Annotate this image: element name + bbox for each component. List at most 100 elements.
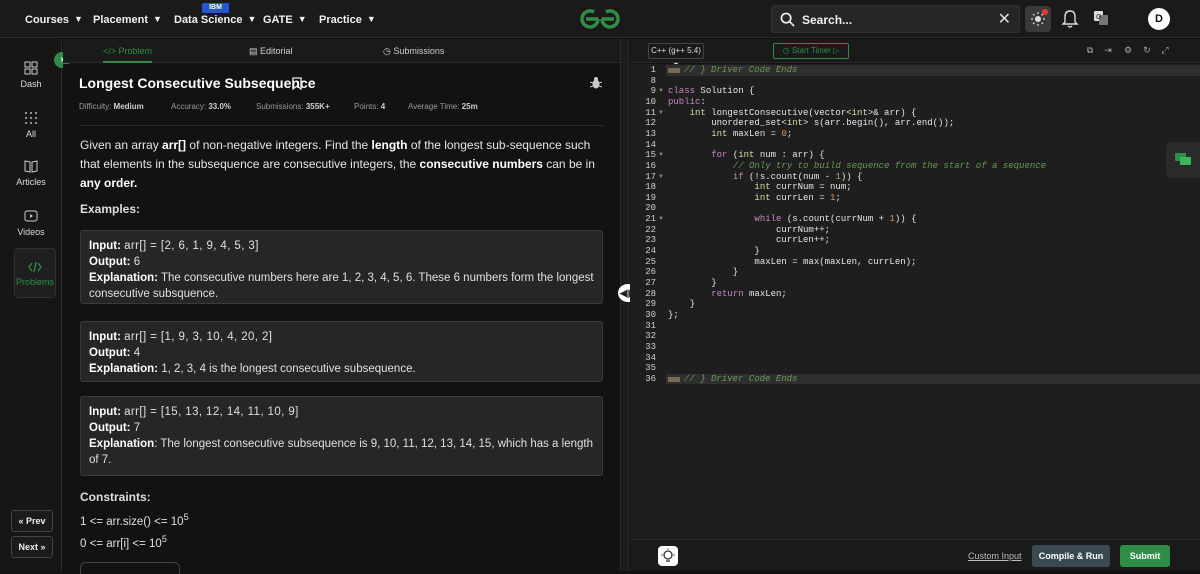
submit-button[interactable]: Submit: [1120, 545, 1170, 567]
code-line: }: [668, 246, 760, 257]
prev-button[interactable]: « Prev: [11, 510, 53, 532]
close-icon[interactable]: ✕: [998, 6, 1011, 34]
points-meta: Points: 4: [354, 102, 385, 111]
bell-icon[interactable]: [1061, 9, 1079, 29]
constraint-item: 0 <= arr[i] <= 105: [80, 534, 167, 550]
input-label: Input:: [89, 331, 121, 343]
input-value: arr[] = [15, 13, 12, 14, 11, 10, 9]: [124, 406, 299, 418]
custom-input-link[interactable]: Custom Input: [968, 540, 1022, 572]
explanation-label: Explanation: [89, 438, 155, 450]
code-line: }: [668, 267, 739, 278]
input-label: Input:: [89, 240, 121, 252]
constraint-exponent: 5: [161, 534, 167, 544]
search-input[interactable]: Search...: [802, 6, 852, 34]
fold-arrow-icon[interactable]: ▼: [658, 150, 664, 161]
line-number: 31: [645, 320, 656, 331]
translate-icon[interactable]: G: [1093, 10, 1109, 26]
sidebar-item-label: Articles: [16, 177, 46, 187]
tab-problem[interactable]: </> Problem: [103, 39, 153, 63]
sidebar-item-all[interactable]: All: [0, 111, 62, 139]
problem-statement: Given an array arr[] of non-negative int…: [80, 136, 600, 193]
code-line: int currNum = num;: [754, 182, 852, 193]
fullscreen-icon[interactable]: ⤢: [1160, 45, 1170, 55]
copy-icon[interactable]: ⧉: [1085, 45, 1095, 55]
example-explanation: Explanation: The longest consecutive sub…: [89, 436, 594, 468]
nav-practice[interactable]: Practice ▼: [319, 0, 376, 38]
fold-arrow-icon[interactable]: ▼: [658, 214, 664, 225]
bug-icon[interactable]: [590, 76, 602, 90]
start-timer-button[interactable]: ◷ Start Timer ▷: [773, 43, 849, 59]
line-gutter: 1 8 9 ▼ 10 11 ▼ 12 13 14 15 ▼ 16 17 ▼ 18 19 20 21 ▼ 22 23 24 25…: [630, 64, 666, 539]
next-button[interactable]: Next »: [11, 536, 53, 558]
chat-button[interactable]: [1166, 142, 1200, 178]
theme-toggle-button[interactable]: [1025, 6, 1051, 32]
accuracy-value: 33.0%: [208, 102, 232, 111]
problem-panel: Longest Consecutive Subsequence Difficul…: [63, 64, 620, 574]
meta-label: Accuracy:: [171, 102, 207, 111]
input-value: arr[] = [1, 9, 3, 10, 4, 20, 2]: [124, 331, 273, 343]
tab-editorial[interactable]: ▤ Editorial: [249, 39, 293, 63]
line-number: 16: [645, 160, 656, 171]
explanation-label: Explanation:: [89, 272, 159, 284]
statement-text: Given an array: [80, 138, 163, 152]
difficulty-meta: Difficulty: Medium: [79, 102, 144, 111]
search-bar[interactable]: Search... ✕: [771, 5, 1020, 33]
output-value: 6: [133, 256, 141, 268]
line-number: 20: [645, 203, 656, 214]
fold-arrow-icon[interactable]: ▼: [658, 86, 664, 97]
reset-icon[interactable]: ↻: [1142, 45, 1152, 55]
nav-gate[interactable]: GATE ▼: [263, 0, 307, 38]
output-label: Output:: [89, 347, 131, 359]
avatar[interactable]: D: [1148, 8, 1170, 30]
chevron-down-icon: ▼: [297, 14, 307, 24]
nav-placement[interactable]: Placement ▼: [93, 0, 162, 38]
line-number: 36: [645, 373, 656, 384]
nav-courses[interactable]: Courses ▼: [25, 0, 83, 38]
code-icon: [28, 261, 42, 273]
sidebar-item-dash[interactable]: Dash: [0, 61, 62, 89]
avgtime-meta: Average Time: 25m: [408, 102, 478, 111]
code-line: maxLen = max(maxLen, currLen);: [668, 256, 917, 267]
language-select[interactable]: C++ (g++ 5.4) ▾: [648, 43, 704, 69]
code-editor[interactable]: 1 8 9 ▼ 10 11 ▼ 12 13 14 15 ▼ 16 17 ▼ 18 19 20 21 ▼ 22 23 24 25…: [630, 64, 1200, 539]
sidebar-item-label: Problems: [15, 277, 54, 287]
constraint-exponent: 5: [183, 512, 189, 522]
difficulty-value: Medium: [113, 102, 144, 111]
line-number: 21: [645, 214, 656, 225]
fold-arrow-icon[interactable]: ▼: [658, 172, 664, 183]
example-input: Input: arr[] = [2, 6, 1, 9, 4, 5, 3]: [89, 238, 594, 254]
code-line: // } Driver Code Ends: [684, 65, 798, 75]
nav-label: Practice: [319, 14, 362, 26]
nav-data-science[interactable]: Data Science ▼: [174, 0, 256, 38]
line-number: 13: [645, 128, 656, 139]
sidebar-item-label: Videos: [17, 227, 45, 237]
tab-submissions[interactable]: ◷ Submissions: [383, 39, 444, 63]
left-sidebar: Dash All Articles Videos Problems « Prev…: [0, 39, 62, 571]
code-line: // Only try to build sequence from the s…: [668, 160, 1047, 171]
code-line: int currLen = 1;: [754, 192, 841, 203]
bottom-panel-button[interactable]: [80, 562, 180, 574]
explanation-value: : The longest consecutive subsequence is…: [89, 438, 593, 466]
sidebar-item-articles[interactable]: Articles: [0, 159, 62, 187]
sidebar-item-problems[interactable]: Problems: [14, 248, 56, 298]
statement-bold: arr[]: [162, 138, 187, 152]
bookmark-icon[interactable]: [292, 77, 302, 90]
line-number: 15: [645, 150, 656, 161]
sidebar-item-videos[interactable]: Videos: [0, 209, 62, 237]
export-icon[interactable]: ⇥: [1103, 45, 1113, 55]
gfg-logo-icon[interactable]: [577, 6, 623, 32]
code-line: };: [668, 309, 679, 320]
code-line: }: [668, 278, 717, 288]
meta-label: Average Time:: [408, 102, 460, 111]
statement-bold: length: [371, 138, 408, 152]
compile-run-button[interactable]: Compile & Run: [1032, 545, 1110, 567]
settings-icon[interactable]: ⚙: [1123, 45, 1133, 55]
tab-label: Editorial: [260, 46, 293, 56]
example-explanation: Explanation: The consecutive numbers her…: [89, 270, 594, 302]
top-navbar: Courses ▼ Placement ▼ IBM Data Science ▼ GA…: [0, 0, 1200, 38]
fold-arrow-icon[interactable]: ▼: [658, 108, 664, 119]
chevron-down-icon: ▼: [153, 14, 162, 24]
hint-button[interactable]: [658, 546, 678, 566]
chevron-down-icon: ▼: [247, 14, 257, 24]
panel-divider[interactable]: [620, 39, 629, 571]
